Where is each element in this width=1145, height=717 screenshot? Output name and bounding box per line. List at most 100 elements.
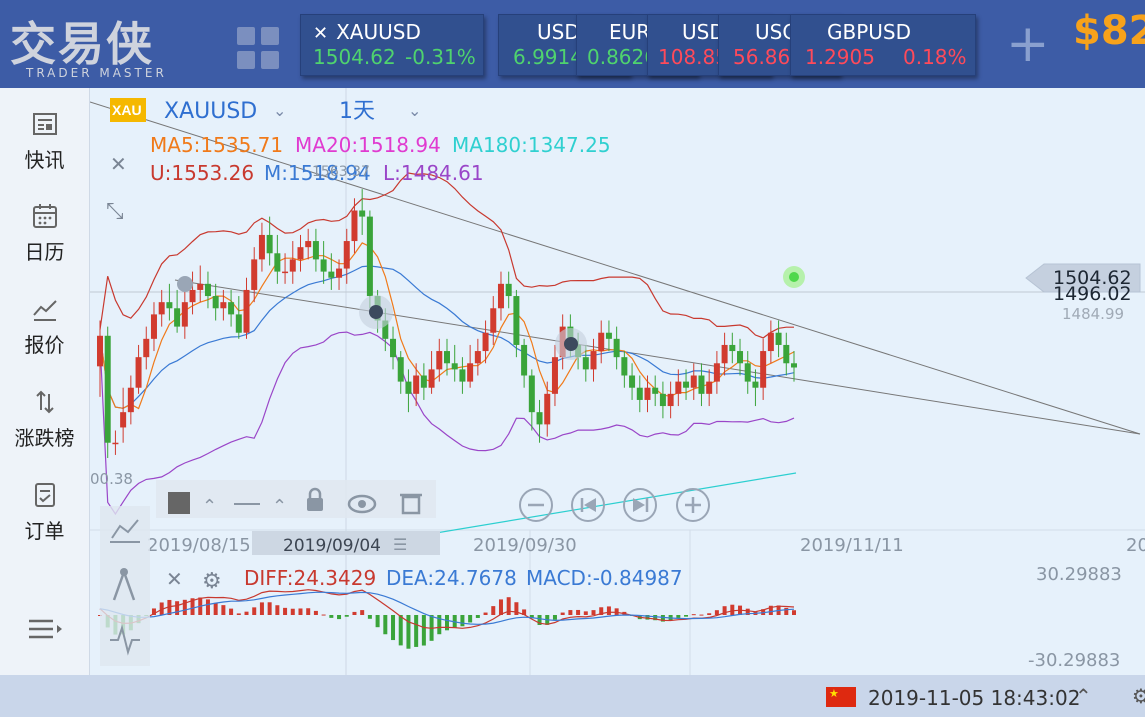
- chevron-up-icon[interactable]: ⌃: [1075, 684, 1092, 708]
- color-swatch[interactable]: [168, 492, 190, 514]
- candle-body: [474, 351, 481, 364]
- candle-body: [513, 296, 520, 345]
- close-indicator-icon[interactable]: ✕: [110, 152, 127, 176]
- candle-body: [667, 393, 674, 407]
- settings-icon[interactable]: ⚙: [1132, 684, 1145, 708]
- candle-body: [783, 344, 790, 364]
- candle-body: [166, 302, 173, 309]
- candle-body: [652, 387, 659, 394]
- sidebar-item-news[interactable]: 快讯: [0, 110, 89, 173]
- macd-histogram-bar: [421, 615, 426, 646]
- candle-body: [97, 335, 103, 367]
- tab-price: 56.86: [733, 45, 791, 69]
- candle-body: [297, 247, 304, 260]
- date-tick: 2019/11/11: [800, 535, 904, 556]
- tab-price: 1504.62: [313, 45, 396, 69]
- candle-body: [220, 302, 227, 309]
- symbol-selector[interactable]: XAUUSD: [164, 99, 257, 124]
- gear-icon[interactable]: ⚙: [202, 569, 222, 594]
- macd-histogram-bar: [414, 615, 419, 647]
- collapse-arrows-icon[interactable]: ⤡: [106, 199, 124, 224]
- candle-body: [528, 375, 535, 413]
- sidebar-menu-toggle[interactable]: [0, 615, 89, 643]
- chevron-up-icon[interactable]: ⌃: [272, 496, 287, 517]
- tab-gbpusd[interactable]: GBPUSD 1.2905 0.18%: [790, 14, 976, 76]
- macd-histogram-bar: [383, 615, 388, 635]
- macd-histogram-bar: [259, 602, 264, 615]
- macd-histogram-bar: [313, 610, 318, 615]
- candle-body: [289, 259, 296, 272]
- candle-body: [104, 335, 111, 443]
- macd-histogram-bar: [298, 608, 303, 615]
- chevron-down-icon[interactable]: ⌄: [273, 101, 286, 120]
- candle-body: [282, 271, 289, 274]
- line-price-label: 1496.02: [1053, 283, 1132, 305]
- logo-text-cn: 交易侠: [10, 17, 154, 71]
- macd-histogram-bar: [175, 601, 180, 615]
- candle-body: [266, 234, 273, 254]
- candle-body: [436, 351, 443, 370]
- calendar-icon: [32, 204, 57, 228]
- macd-histogram-bar: [468, 615, 473, 623]
- close-tab-icon[interactable]: ✕: [313, 23, 328, 44]
- low-axis-label: 1484.99: [1062, 305, 1124, 323]
- last-price-dot: [789, 272, 799, 282]
- macd-histogram-bar: [498, 599, 503, 615]
- macd-histogram-bar: [352, 611, 357, 615]
- candle-body: [536, 412, 543, 425]
- candle-body: [204, 283, 211, 297]
- candle-body: [251, 259, 258, 290]
- candle-body: [636, 387, 643, 400]
- drawing-handle[interactable]: [177, 276, 193, 292]
- sidebar-item-rankings[interactable]: 涨跌榜: [0, 388, 89, 451]
- candle-body: [459, 369, 466, 382]
- candle-body: [174, 308, 181, 327]
- sidebar-item-orders[interactable]: 订单: [0, 481, 89, 544]
- tab-xauusd[interactable]: ✕ XAUUSD 1504.62 -0.31%: [300, 14, 484, 76]
- crosshair-date: 2019/09/04: [283, 536, 381, 556]
- add-tab-icon[interactable]: +: [1006, 18, 1050, 70]
- chevron-down-icon[interactable]: ⌄: [408, 101, 421, 120]
- close-macd-icon[interactable]: ✕: [166, 567, 183, 591]
- macd-histogram-bar: [229, 608, 234, 615]
- high-price-label: 1563.37: [312, 164, 370, 180]
- candle-body: [690, 375, 697, 388]
- candle-body: [721, 344, 728, 364]
- macd-histogram-bar: [691, 614, 696, 616]
- apps-grid-icon[interactable]: [237, 27, 279, 69]
- candle-body: [590, 351, 597, 370]
- chevron-up-icon[interactable]: ⌃: [202, 496, 217, 517]
- drawing-handle-dot[interactable]: [369, 305, 383, 319]
- candle-body: [343, 241, 350, 269]
- drawing-handle-dot[interactable]: [564, 337, 578, 351]
- macd-histogram-bar: [283, 607, 288, 615]
- macd-histogram-bar: [707, 613, 712, 615]
- candle-body: [760, 351, 767, 388]
- sidebar-item-quotes[interactable]: 报价: [0, 295, 89, 358]
- candle-body: [706, 381, 713, 394]
- boll-lower-label: L:1484.61: [383, 161, 484, 185]
- candle-body: [621, 357, 628, 376]
- tab-change: 0.18%: [903, 45, 967, 69]
- candle-body: [112, 442, 119, 445]
- price-chart[interactable]: XAU XAUUSD ⌄ 1天 ⌄ MA5:1535.71 MA20:1518.…: [90, 88, 1145, 675]
- tab-name: USD: [537, 20, 580, 44]
- macd-histogram-bar: [398, 615, 403, 646]
- period-selector[interactable]: 1天: [339, 99, 375, 124]
- macd-histogram-bar: [221, 605, 226, 615]
- candle-body: [467, 363, 474, 382]
- sidebar-item-calendar[interactable]: 日历: [0, 202, 89, 265]
- macd-histogram-bar: [236, 613, 241, 615]
- date-tick: 2019/08/15: [147, 535, 251, 556]
- ma20-label: MA20:1518.94: [295, 133, 441, 157]
- symbol-badge-text: XAU: [112, 102, 142, 118]
- macd-histogram-bar: [344, 615, 349, 617]
- macd-histogram-bar: [568, 610, 573, 615]
- menu-lines-icon[interactable]: ☰: [393, 535, 407, 554]
- tab-name: ✕ XAUUSD: [313, 20, 421, 44]
- candle-body: [729, 344, 736, 352]
- server-time: 2019-11-05 18:43:02: [868, 686, 1081, 710]
- account-balance[interactable]: $82: [1073, 8, 1145, 54]
- candle-body: [143, 338, 150, 358]
- order-icon: [34, 483, 55, 507]
